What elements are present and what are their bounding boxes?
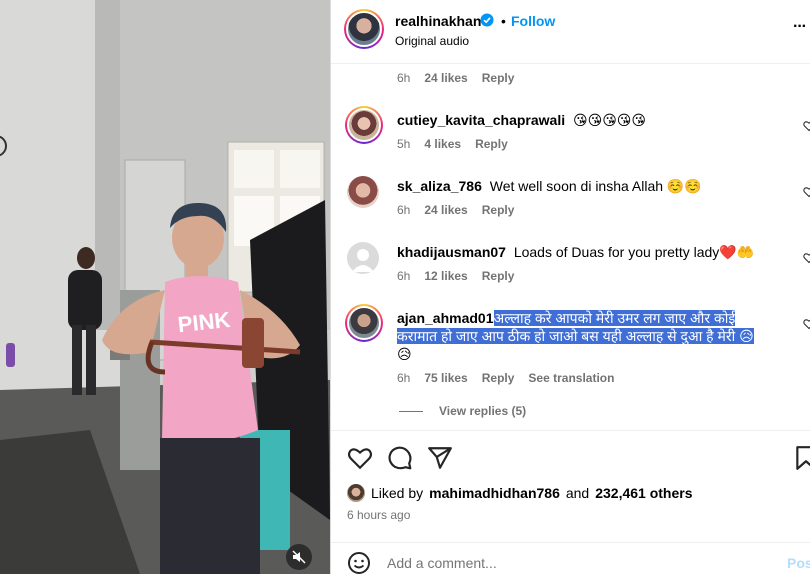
video-frame: PINK [0,0,330,574]
comment-likes[interactable]: 4 likes [424,137,461,151]
follow-button[interactable]: Follow [511,13,555,29]
reply-button[interactable]: Reply [482,203,515,217]
reply-button[interactable]: Reply [482,371,515,385]
like-comment-heart-icon[interactable] [803,186,810,198]
comment-text: 😘😘😘😘😘 [573,112,646,128]
comment-text-line2: करामात हो जाए आप ठीक हो जाओ बस यही अल्ला… [397,328,754,344]
comment-text: Wet well soon di insha Allah ☺️☺️ [489,178,702,194]
speaker-muted-icon [292,550,306,564]
comment-avatar[interactable] [345,304,383,342]
post-panel: realhinakhan • Follow Original audio ···… [330,0,810,574]
liked-by-joiner: and [565,485,590,501]
mute-button[interactable] [286,544,312,570]
comment-bubble-icon[interactable] [387,445,413,471]
comment-username[interactable]: khadijausman07 [397,244,506,260]
post-header: realhinakhan • Follow Original audio ··· [331,0,810,64]
verified-badge-icon [480,13,494,27]
comment-time: 6h [397,203,411,217]
default-avatar-icon [352,249,374,272]
like-comment-heart-icon[interactable] [803,120,810,132]
comment-avatar[interactable] [345,106,383,144]
comment-username[interactable]: cutiey_kavita_chaprawali [397,112,565,128]
comment-avatar[interactable] [347,176,379,208]
comment-text-line3: 😥 [397,346,412,362]
view-replies-button[interactable]: View replies (5) [399,404,526,418]
comment-likes[interactable]: 24 likes [424,203,467,217]
comment-body: ajan_ahmad01अल्लाह करे आपको मेरी उमर लग … [397,309,797,363]
comment-text: Loads of Duas for you pretty lady❤️🤲 [513,244,755,260]
comment-meta-prev: 6h 24 likes Reply [397,71,514,85]
post-comment-button[interactable]: Post [787,555,810,571]
comment-body: cutiey_kavita_chaprawali 😘😘😘😘😘 [397,111,646,129]
comment-time: 6h [397,269,411,283]
see-translation-button[interactable]: See translation [528,371,614,385]
likes-summary: Liked by mahimadhidhan786 and 232,461 ot… [347,484,693,502]
comment-avatar[interactable] [347,242,379,274]
reel-video[interactable]: PINK [0,0,330,574]
reply-button[interactable]: Reply [482,71,515,85]
comment-bar: Post [331,542,810,574]
liked-by-prefix: Liked by [371,485,424,501]
comment-meta: 6h 75 likes Reply See translation [397,371,614,385]
save-bookmark-icon[interactable] [793,445,810,471]
comment-likes[interactable]: 24 likes [424,71,467,85]
comment-time: 6h [397,371,411,385]
reply-button[interactable]: Reply [475,137,508,151]
emoji-icon[interactable] [347,551,371,574]
comment-time: 5h [397,137,411,151]
author-avatar[interactable] [344,9,384,49]
author-username[interactable]: realhinakhan [395,13,481,29]
comment-meta: 6h 12 likes Reply [397,269,514,283]
view-replies-label: View replies (5) [439,404,527,418]
post-actions [331,430,810,480]
more-options-icon[interactable]: ··· [793,18,807,36]
comment-likes[interactable]: 12 likes [424,269,467,283]
comment-username[interactable]: ajan_ahmad01 [397,310,494,326]
share-send-icon[interactable] [427,445,453,471]
comment-text-line1: अल्लाह करे आपको मेरी उमर लग जाए और कोई [493,310,736,326]
comment-time: 6h [397,71,411,85]
like-heart-icon[interactable] [347,445,373,471]
comment-meta: 6h 24 likes Reply [397,203,514,217]
comment-body: khadijausman07 Loads of Duas for you pre… [397,243,754,261]
comment-body: sk_aliza_786 Wet well soon di insha Alla… [397,177,702,195]
liker-avatar[interactable] [347,484,365,502]
separator-dot: • [501,13,506,29]
audio-label[interactable]: Original audio [395,34,469,48]
reply-button[interactable]: Reply [482,269,515,283]
like-comment-heart-icon[interactable] [803,252,810,264]
liker-username[interactable]: mahimadhidhan786 [429,485,560,501]
comment-input[interactable] [387,555,767,571]
like-comment-heart-icon[interactable] [803,318,810,330]
comment-username[interactable]: sk_aliza_786 [397,178,482,194]
post-timestamp: 6 hours ago [347,508,411,522]
comment-likes[interactable]: 75 likes [424,371,467,385]
likes-count[interactable]: 232,461 others [595,485,692,501]
replies-divider [399,410,423,412]
comment-meta: 5h 4 likes Reply [397,137,508,151]
